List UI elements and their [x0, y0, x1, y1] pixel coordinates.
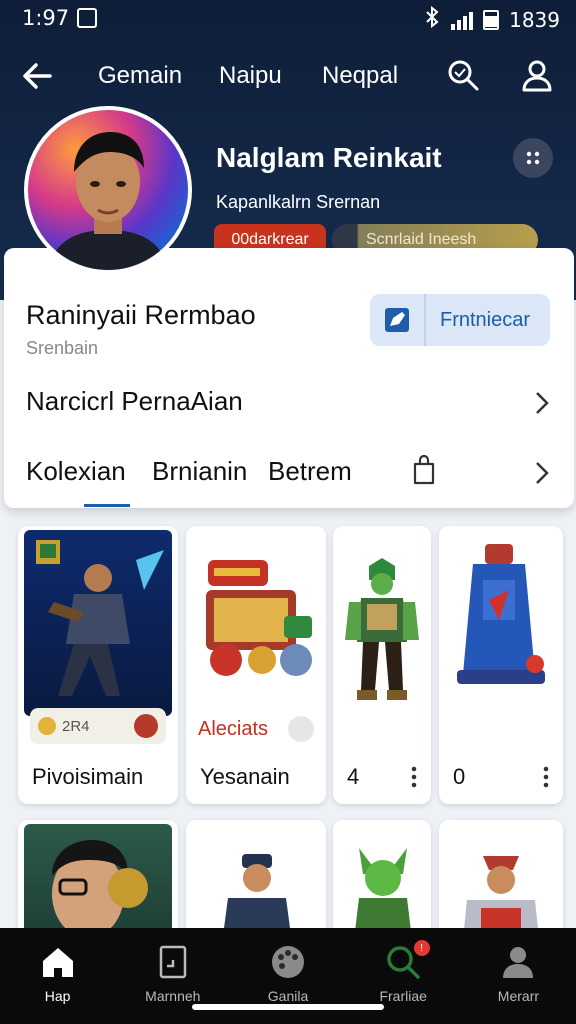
- profile-icon: [503, 947, 534, 978]
- nav-tab-3[interactable]: Neqpal: [322, 62, 398, 90]
- home-indicator: [192, 1004, 384, 1010]
- nav-tab-1[interactable]: Gemain: [98, 62, 182, 90]
- person-portrait-icon: [48, 132, 168, 270]
- tab-second[interactable]: Brnianin: [152, 456, 247, 487]
- tile-label: 0: [453, 764, 466, 789]
- bottom-nav-label: Merarr: [497, 988, 540, 1004]
- dots-grid-icon: [526, 151, 540, 165]
- goblin-warrior-image: [345, 558, 419, 700]
- edit-icon: [370, 294, 426, 346]
- profile-name: Nalglam Reinkait: [216, 142, 442, 173]
- bottom-nav-label: Hap: [44, 988, 71, 1004]
- palette-icon: [272, 946, 304, 978]
- badge-primary-label: 00darkrear: [231, 231, 309, 248]
- bottom-nav-home[interactable]: Hap: [0, 928, 115, 1024]
- emblem-icon: [134, 714, 158, 738]
- home-icon: [42, 948, 73, 977]
- bottom-nav-label: Marnneh: [145, 988, 201, 1004]
- coin-icon: [38, 717, 56, 735]
- card-row-label: Narcicrl PernaAian: [26, 386, 243, 416]
- armor-relic-image: [457, 544, 545, 684]
- tab-third[interactable]: Betrem: [268, 456, 352, 487]
- avatar[interactable]: [24, 106, 192, 274]
- chevron-right-icon[interactable]: [534, 460, 550, 486]
- grid-tile-3[interactable]: 4: [333, 526, 431, 804]
- badge-secondary-label: Scnrlaid Ineesh: [366, 231, 477, 248]
- card-row-link[interactable]: Narcicrl PernaAian: [4, 368, 574, 436]
- more-vertical-icon[interactable]: [543, 766, 549, 788]
- document-icon: [159, 945, 187, 979]
- battery-icon: [483, 9, 500, 30]
- notification-badge: !: [413, 940, 430, 956]
- tab-collection[interactable]: Kolexian: [26, 456, 126, 487]
- profile-subtitle: Kapanlkalrn Srernan: [216, 192, 381, 212]
- active-tab-indicator: [84, 504, 130, 507]
- grid-tile-1[interactable]: 2R4 Pivoisimain: [18, 526, 178, 804]
- search-icon[interactable]: [446, 58, 480, 92]
- card-title: Raninyaii Rermbao: [26, 300, 256, 330]
- bottom-nav-label: Frarliae: [379, 988, 427, 1004]
- status-time: 1:97: [22, 6, 70, 30]
- top-navigation: Gemain Naipu Neqpal: [0, 50, 576, 102]
- chevron-right-icon: [536, 392, 549, 414]
- edit-button[interactable]: Frntniecar: [370, 294, 550, 346]
- back-arrow-icon[interactable]: [20, 58, 56, 94]
- tile-label: Yesanain: [200, 764, 290, 789]
- grid-tile-2[interactable]: Aleciats Yesanain: [186, 526, 326, 804]
- bluetooth-icon: [425, 5, 441, 33]
- bag-icon[interactable]: [412, 454, 436, 486]
- tile-label: Pivoisimain: [32, 764, 144, 789]
- tile-label: 4: [347, 764, 360, 789]
- more-options-button[interactable]: [513, 138, 553, 178]
- nav-tab-2[interactable]: Naipu: [219, 62, 282, 90]
- app-screen: 1:97 1839 Gemain Naipu Neqpal Nalglam Re…: [0, 0, 576, 1024]
- status-bar: 1:97 1839: [0, 0, 576, 38]
- card-tabs: Kolexian Brnianin Betrem: [4, 440, 574, 508]
- grid-tile-4[interactable]: 0: [439, 526, 563, 804]
- edit-button-label: Frntniecar: [440, 308, 531, 331]
- profile-card: Raninyaii Rermbao Srenbain Frntniecar Na…: [4, 248, 574, 508]
- gallery-icon: [77, 8, 97, 28]
- bottom-nav-label: Ganila: [267, 988, 309, 1004]
- status-right: 1839: [425, 5, 560, 33]
- card-subtitle: Srenbain: [26, 338, 99, 358]
- status-right-value: 1839: [509, 7, 560, 32]
- treasure-chest-image: [206, 560, 312, 676]
- bottom-nav-profile[interactable]: Merarr: [461, 928, 576, 1024]
- tile-chip: 2R4: [30, 708, 166, 744]
- signal-icon: [451, 10, 474, 30]
- hero-warrior-image: [24, 530, 172, 716]
- more-vertical-icon[interactable]: [411, 766, 417, 788]
- info-icon: [288, 716, 314, 742]
- chip-value: 2R4: [62, 717, 90, 735]
- tile-overlay-text: Aleciats: [198, 718, 269, 740]
- user-icon[interactable]: [520, 58, 554, 92]
